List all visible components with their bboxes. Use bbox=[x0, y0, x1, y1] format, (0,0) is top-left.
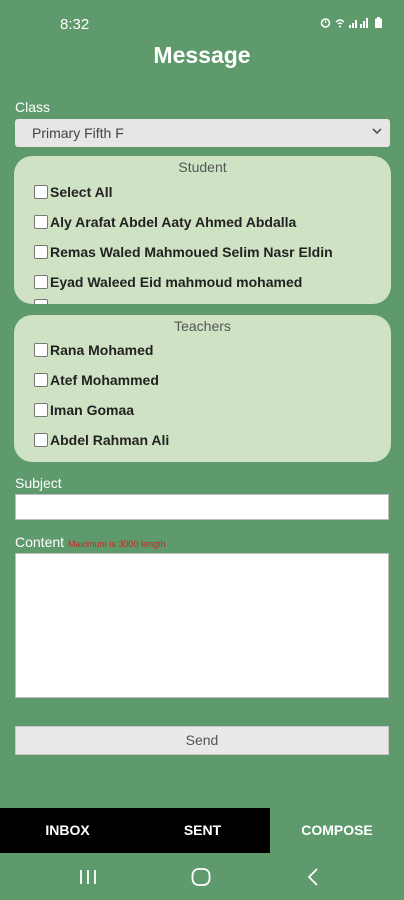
wifi-icon bbox=[335, 18, 345, 27]
send-button[interactable]: Send bbox=[15, 726, 389, 755]
recents-icon[interactable] bbox=[79, 869, 97, 885]
teachers-panel-title: Teachers bbox=[174, 318, 231, 334]
student-panel-title: Student bbox=[178, 159, 227, 175]
teacher-item[interactable]: Iman Gomaa bbox=[34, 402, 134, 418]
teacher-label: Atef Mohammed bbox=[50, 372, 159, 388]
subject-label: Subject bbox=[15, 475, 62, 491]
teacher-item[interactable]: Rana Mohamed bbox=[34, 342, 153, 358]
student-item[interactable]: Remas Waled Mahmoued Selim Nasr Eldin bbox=[34, 244, 333, 260]
checkbox bbox=[34, 299, 48, 304]
checkbox[interactable] bbox=[34, 245, 48, 259]
teacher-label: Rana Mohamed bbox=[50, 342, 154, 358]
page-title: Message bbox=[153, 42, 251, 68]
tab-inbox[interactable]: INBOX bbox=[0, 808, 135, 853]
system-nav-bar bbox=[0, 853, 404, 900]
checkbox[interactable] bbox=[34, 275, 48, 289]
student-panel[interactable]: Student Select All Aly Arafat Abdel Aaty… bbox=[14, 156, 391, 304]
student-label: Eyad Waleed Eid mahmoud mohamed bbox=[50, 274, 303, 290]
chevron-down-icon bbox=[372, 128, 382, 135]
checkbox[interactable] bbox=[34, 185, 48, 199]
teacher-item[interactable]: Abdel Rahman Ali bbox=[34, 432, 169, 448]
checkbox[interactable] bbox=[34, 433, 48, 447]
content-textarea[interactable] bbox=[15, 553, 389, 698]
student-label: Select All bbox=[50, 184, 113, 200]
content-length-hint: Maximum is 3000 length bbox=[67, 539, 166, 549]
student-item[interactable]: Aly Arafat Abdel Aaty Ahmed Abdalla bbox=[34, 214, 296, 230]
student-label: Aly Arafat Abdel Aaty Ahmed Abdalla bbox=[50, 214, 297, 230]
checkbox[interactable] bbox=[34, 215, 48, 229]
checkbox[interactable] bbox=[34, 373, 48, 387]
subject-input[interactable] bbox=[15, 494, 389, 520]
content-label: Content bbox=[15, 534, 65, 550]
teacher-label: Abdel Rahman Ali bbox=[50, 432, 170, 448]
class-select-value: Primary Fifth F bbox=[32, 125, 124, 141]
class-select[interactable]: Primary Fifth F bbox=[15, 119, 390, 147]
status-icons bbox=[320, 17, 382, 28]
tab-sent[interactable]: SENT bbox=[135, 808, 270, 853]
content-label-row: Content Maximum is 3000 length bbox=[15, 534, 165, 550]
student-item[interactable]: Eyad Waleed Eid mahmoud mohamed bbox=[34, 274, 302, 290]
bottom-tab-bar: INBOX SENT COMPOSE bbox=[0, 808, 404, 853]
back-icon[interactable] bbox=[307, 868, 319, 886]
student-select-all[interactable]: Select All bbox=[34, 184, 113, 200]
student-item-cutoff bbox=[34, 299, 50, 304]
checkbox[interactable] bbox=[34, 403, 48, 417]
student-label: Remas Waled Mahmoued Selim Nasr Eldin bbox=[50, 244, 333, 260]
signal-icon bbox=[349, 17, 368, 28]
home-icon[interactable] bbox=[191, 868, 211, 886]
alarm-icon bbox=[320, 18, 331, 28]
teachers-panel[interactable]: Teachers Rana Mohamed Atef Mohammed Iman… bbox=[14, 315, 391, 462]
teacher-label: Iman Gomaa bbox=[50, 402, 135, 418]
class-label: Class bbox=[15, 99, 51, 115]
status-time: 8:32 bbox=[60, 16, 90, 33]
tab-compose[interactable]: COMPOSE bbox=[270, 808, 404, 853]
checkbox[interactable] bbox=[34, 343, 48, 357]
teacher-item[interactable]: Atef Mohammed bbox=[34, 372, 159, 388]
battery-icon bbox=[375, 17, 382, 28]
